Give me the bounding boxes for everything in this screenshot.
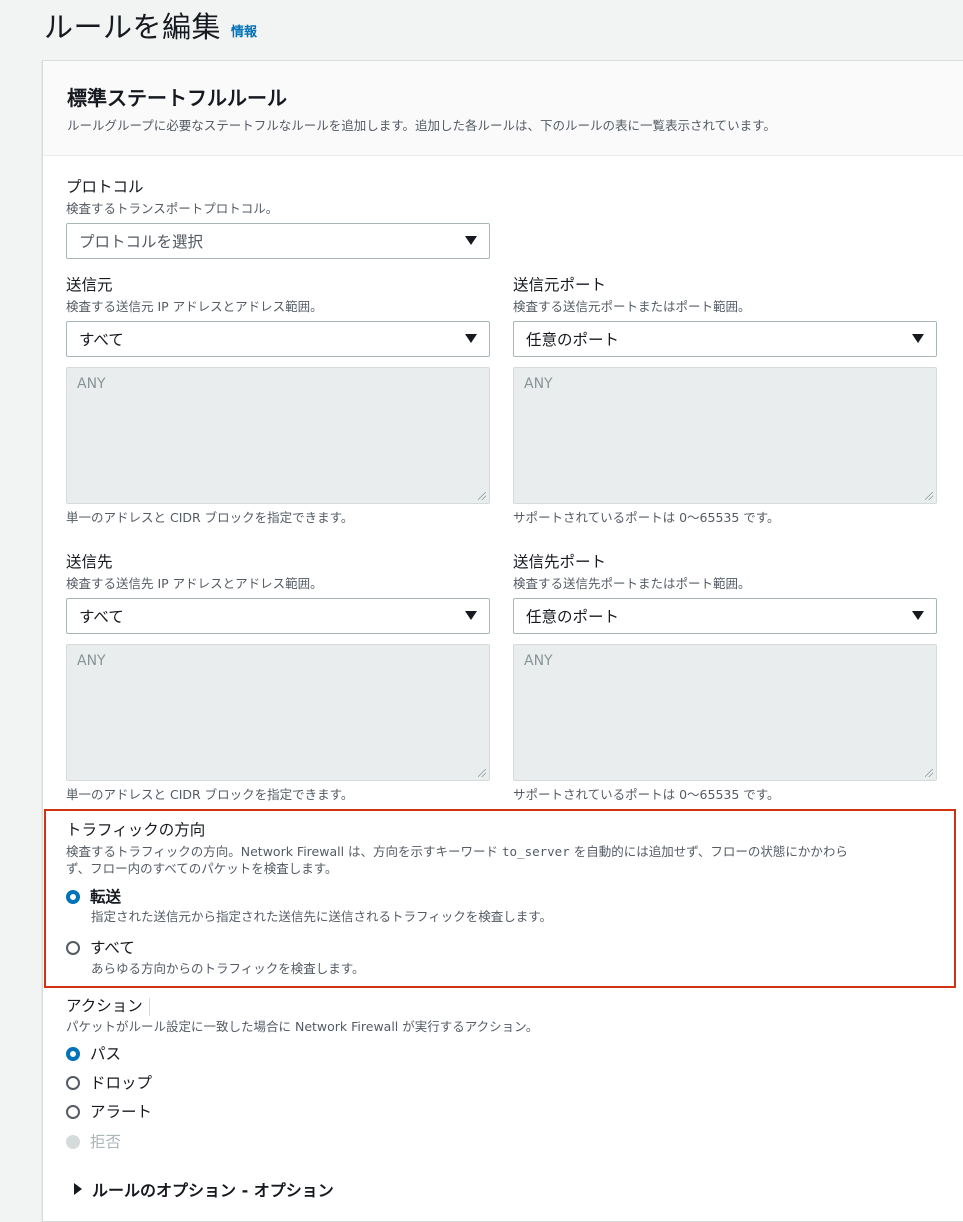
- destination-textarea-value: ANY: [77, 653, 106, 669]
- source-port-select[interactable]: 任意のポート: [513, 321, 937, 357]
- radio-forward-label: 転送: [90, 888, 122, 906]
- radio-any-label: すべて: [90, 939, 135, 957]
- radio-action-reject: 拒否: [66, 1132, 121, 1152]
- caret-down-icon: [912, 611, 924, 620]
- radio-direction-any[interactable]: すべて: [66, 938, 135, 958]
- page-title: ルールを編集: [44, 10, 222, 44]
- source-port-label: 送信元ポート: [513, 276, 607, 294]
- protocol-description: 検査するトランスポートプロトコル。: [66, 201, 279, 216]
- traffic-direction-desc-part1: 検査するトラフィックの方向。Network Firewall は、方向を示すキー…: [66, 844, 502, 859]
- destination-port-description: 検査する送信先ポートまたはポート範囲。: [513, 576, 751, 591]
- traffic-direction-description-line2: ず、フロー内のすべてのパケットを検査します。: [66, 861, 338, 876]
- caret-down-icon: [912, 334, 924, 343]
- radio-disabled-icon: [66, 1135, 80, 1149]
- radio-action-alert[interactable]: アラート: [66, 1102, 152, 1122]
- destination-selected: すべて: [79, 608, 124, 626]
- source-description: 検査する送信元 IP アドレスとアドレス範囲。: [66, 299, 323, 314]
- destination-hint: 単一のアドレスと CIDR ブロックを指定できます。: [66, 787, 354, 802]
- source-port-description: 検査する送信元ポートまたはポート範囲。: [513, 299, 751, 314]
- action-label-text: アクション: [66, 997, 143, 1015]
- resize-handle-icon[interactable]: [925, 769, 933, 777]
- radio-reject-label: 拒否: [90, 1133, 122, 1151]
- destination-textarea[interactable]: ANY: [66, 644, 490, 781]
- source-textarea[interactable]: ANY: [66, 367, 490, 504]
- traffic-direction-label: トラフィックの方向: [66, 821, 206, 839]
- source-label: 送信元: [66, 276, 113, 294]
- radio-unchecked-icon[interactable]: [66, 941, 80, 955]
- protocol-select[interactable]: プロトコルを選択: [66, 223, 490, 259]
- radio-unchecked-icon[interactable]: [66, 1076, 80, 1090]
- resize-handle-icon[interactable]: [478, 492, 486, 500]
- rule-options-expander[interactable]: ルールのオプション - オプション: [74, 1177, 334, 1201]
- destination-port-textarea-value: ANY: [524, 653, 553, 669]
- radio-checked-icon[interactable]: [66, 1047, 80, 1061]
- page-header: ルールを編集 情報: [44, 0, 257, 44]
- keyword-to-server: to_server: [502, 844, 570, 859]
- radio-any-description: あらゆる方向からのトラフィックを検査します。: [91, 961, 365, 976]
- radio-drop-label: ドロップ: [90, 1074, 153, 1092]
- radio-alert-label: アラート: [90, 1103, 153, 1121]
- radio-checked-icon[interactable]: [66, 890, 80, 904]
- section-description: ルールグループに必要なステートフルなルールを追加します。追加した各ルールは、下の…: [67, 118, 776, 133]
- destination-port-select[interactable]: 任意のポート: [513, 598, 937, 634]
- radio-action-pass[interactable]: パス: [66, 1044, 121, 1064]
- protocol-placeholder: プロトコルを選択: [79, 233, 204, 251]
- resize-handle-icon[interactable]: [478, 769, 486, 777]
- source-textarea-value: ANY: [77, 376, 106, 392]
- caret-down-icon: [465, 334, 477, 343]
- container-header: 標準ステートフルルール ルールグループに必要なステートフルなルールを追加します。…: [43, 61, 963, 156]
- action-label: アクション: [66, 996, 150, 1016]
- destination-select[interactable]: すべて: [66, 598, 490, 634]
- resize-handle-icon[interactable]: [925, 492, 933, 500]
- radio-action-drop[interactable]: ドロップ: [66, 1073, 152, 1093]
- source-selected: すべて: [79, 331, 124, 349]
- rule-options-label: ルールのオプション - オプション: [92, 1181, 334, 1200]
- protocol-label: プロトコル: [66, 178, 144, 196]
- caret-right-icon: [74, 1183, 82, 1195]
- destination-port-selected: 任意のポート: [526, 608, 620, 626]
- source-port-selected: 任意のポート: [526, 331, 620, 349]
- source-hint: 単一のアドレスと CIDR ブロックを指定できます。: [66, 510, 354, 525]
- section-title: 標準ステートフルルール: [67, 86, 287, 110]
- destination-port-label: 送信先ポート: [513, 553, 607, 571]
- caret-down-icon: [465, 611, 477, 620]
- info-link[interactable]: 情報: [231, 21, 257, 40]
- text-cursor: [148, 997, 150, 1016]
- destination-port-textarea[interactable]: ANY: [513, 644, 937, 781]
- action-description: パケットがルール設定に一致した場合に Network Firewall が実行す…: [66, 1019, 539, 1034]
- source-port-textarea[interactable]: ANY: [513, 367, 937, 504]
- source-port-hint: サポートされているポートは 0～65535 です。: [513, 510, 780, 525]
- caret-down-icon: [465, 236, 477, 245]
- destination-description: 検査する送信先 IP アドレスとアドレス範囲。: [66, 576, 323, 591]
- radio-unchecked-icon[interactable]: [66, 1105, 80, 1119]
- traffic-direction-description: 検査するトラフィックの方向。Network Firewall は、方向を示すキー…: [66, 844, 926, 860]
- radio-pass-label: パス: [90, 1045, 122, 1063]
- radio-direction-forward[interactable]: 転送: [66, 887, 121, 907]
- destination-port-hint: サポートされているポートは 0～65535 です。: [513, 787, 780, 802]
- source-select[interactable]: すべて: [66, 321, 490, 357]
- source-port-textarea-value: ANY: [524, 376, 553, 392]
- destination-label: 送信先: [66, 553, 113, 571]
- radio-forward-description: 指定された送信元から指定された送信先に送信されるトラフィックを検査します。: [91, 909, 553, 924]
- traffic-direction-desc-part2: を自動的には追加せず、フローの状態にかかわら: [569, 844, 848, 859]
